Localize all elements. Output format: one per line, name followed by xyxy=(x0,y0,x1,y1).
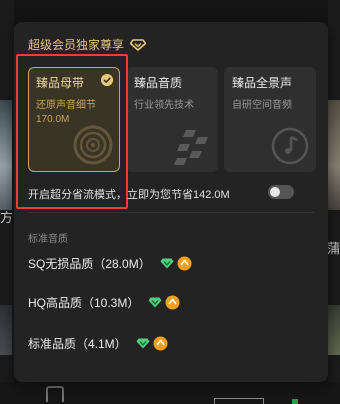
gold-badge-icon xyxy=(177,256,192,270)
vip-green-diamond-icon xyxy=(136,338,150,348)
sound-quality-popup: 超级会员独家尊享 臻品母带 还原声音细节 170.0M 臻品音质 行业领先技术 xyxy=(14,22,328,382)
background-thumbnail-right-2 xyxy=(328,305,340,355)
bottom-green-indicator xyxy=(292,399,298,404)
diamond-icon xyxy=(130,38,147,51)
card-title: 臻品全景声 xyxy=(232,76,293,90)
gold-badge-icon xyxy=(165,295,180,309)
background-left-text: 方 xyxy=(0,210,14,225)
card-title: 臻品音质 xyxy=(134,76,183,90)
vip-green-diamond-icon xyxy=(148,297,162,307)
speaker-icon[interactable] xyxy=(46,386,64,402)
background-right-text: 蒲 xyxy=(326,241,340,256)
background-thumbnail-left xyxy=(0,100,12,210)
data-saver-toggle[interactable] xyxy=(268,185,294,199)
card-subtitle: 行业领先技术 xyxy=(134,100,194,111)
quality-option-label: SQ无损品质（28.0M） xyxy=(28,256,151,271)
bottom-toolbar xyxy=(0,382,340,404)
vip-green-diamond-icon xyxy=(160,258,174,268)
quality-option-sq[interactable]: SQ无损品质（28.0M） xyxy=(28,253,192,273)
header-title: 超级会员独家尊享 xyxy=(28,38,125,52)
quality-option-label: 标准品质（4.1M） xyxy=(28,336,127,351)
music-note-icon xyxy=(271,127,309,165)
quality-card-hifi[interactable]: 臻品音质 行业领先技术 xyxy=(126,67,218,172)
quality-option-standard[interactable]: 标准品质（4.1M） xyxy=(28,333,168,353)
gold-badge-icon xyxy=(153,336,168,350)
quality-card-spatial[interactable]: 臻品全景声 自研空间音频 xyxy=(224,67,316,172)
background-thumbnail-left-2 xyxy=(0,305,12,355)
data-saver-row: 开启超分省流模式，立即为您节省142.0M xyxy=(28,185,318,202)
divider xyxy=(28,212,314,213)
background-thumbnail-right xyxy=(328,100,340,210)
quality-option-label: HQ高品质（10.3M） xyxy=(28,295,140,310)
popup-header: 超级会员独家尊享 xyxy=(28,36,147,53)
data-saver-label: 开启超分省流模式，立即为您节省142.0M xyxy=(28,189,230,201)
checker-pattern-icon xyxy=(174,130,208,165)
card-subtitle: 自研空间音频 xyxy=(232,100,292,111)
toggle-knob xyxy=(270,187,280,197)
section-label-standard: 标准音质 xyxy=(28,234,68,245)
bottom-button[interactable] xyxy=(214,398,264,404)
quality-option-hq[interactable]: HQ高品质（10.3M） xyxy=(28,292,180,312)
